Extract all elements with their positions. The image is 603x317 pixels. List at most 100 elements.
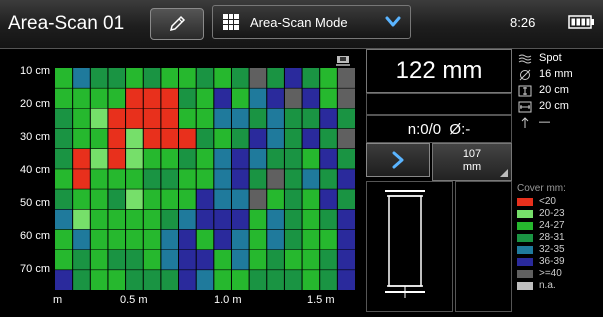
heatmap-cell[interactable] [319,229,338,250]
heatmap-cell[interactable] [302,269,321,290]
heatmap-cell[interactable] [72,189,91,210]
heatmap-cell[interactable] [319,128,338,150]
heatmap-cell[interactable] [125,68,144,89]
heatmap-cell[interactable] [107,229,126,250]
cover-heatmap[interactable] [55,68,355,290]
heatmap-cell[interactable] [337,68,355,89]
heatmap-cell[interactable] [160,168,179,190]
heatmap-cell[interactable] [302,128,321,150]
heatmap-cell[interactable] [249,229,268,250]
heatmap-cell[interactable] [213,168,232,190]
heatmap-cell[interactable] [213,88,232,109]
heatmap-cell[interactable] [266,269,285,290]
heatmap-cell[interactable] [213,209,232,230]
heatmap-cell[interactable] [196,269,215,290]
heatmap-cell[interactable] [284,108,303,129]
heatmap-cell[interactable] [213,229,232,250]
heatmap-cell[interactable] [196,88,215,109]
next-button[interactable] [366,143,430,177]
heatmap-cell[interactable] [249,269,268,290]
heatmap-cell[interactable] [55,68,73,89]
heatmap-cell[interactable] [72,249,91,271]
heatmap-cell[interactable] [107,68,126,89]
heatmap-cell[interactable] [196,108,215,129]
heatmap-cell[interactable] [249,189,268,210]
heatmap-cell[interactable] [55,189,73,210]
heatmap-cell[interactable] [337,128,355,150]
heatmap-cell[interactable] [231,108,250,129]
heatmap-cell[interactable] [284,229,303,250]
heatmap-cell[interactable] [302,168,321,190]
heatmap-cell[interactable] [302,88,321,109]
heatmap-cell[interactable] [249,148,268,170]
heatmap-cell[interactable] [107,108,126,129]
heatmap-cell[interactable] [302,148,321,170]
heatmap-cell[interactable] [125,269,144,290]
heatmap-cell[interactable] [249,88,268,109]
heatmap-cell[interactable] [143,168,162,190]
heatmap-cell[interactable] [55,249,73,271]
heatmap-cell[interactable] [72,209,91,230]
heatmap-cell[interactable] [143,229,162,250]
heatmap-cell[interactable] [196,249,215,271]
heatmap-cell[interactable] [284,249,303,271]
heatmap-cell[interactable] [107,128,126,150]
heatmap-cell[interactable] [72,68,91,89]
heatmap-cell[interactable] [55,229,73,250]
heatmap-cell[interactable] [178,209,197,230]
heatmap-cell[interactable] [125,229,144,250]
heatmap-cell[interactable] [196,229,215,250]
heatmap-cell[interactable] [107,209,126,230]
heatmap-cell[interactable] [178,68,197,89]
heatmap-cell[interactable] [160,269,179,290]
heatmap-cell[interactable] [178,148,197,170]
heatmap-cell[interactable] [266,128,285,150]
heatmap-cell[interactable] [178,128,197,150]
heatmap-cell[interactable] [266,168,285,190]
heatmap-cell[interactable] [231,88,250,109]
heatmap-cell[interactable] [90,229,109,250]
heatmap-cell[interactable] [213,108,232,129]
heatmap-cell[interactable] [249,168,268,190]
heatmap-cell[interactable] [284,88,303,109]
heatmap-cell[interactable] [337,168,355,190]
heatmap-cell[interactable] [231,189,250,210]
heatmap-cell[interactable] [178,229,197,250]
heatmap-cell[interactable] [266,148,285,170]
heatmap-cell[interactable] [249,108,268,129]
heatmap-cell[interactable] [178,168,197,190]
heatmap-cell[interactable] [319,209,338,230]
heatmap-cell[interactable] [55,108,73,129]
heatmap-cell[interactable] [107,168,126,190]
depth-setting-button[interactable]: 107 mm [432,143,512,181]
heatmap-cell[interactable] [160,249,179,271]
heatmap-cell[interactable] [266,249,285,271]
mode-dropdown[interactable]: Area-Scan Mode [212,5,411,39]
heatmap-cell[interactable] [319,189,338,210]
heatmap-cell[interactable] [72,168,91,190]
heatmap-cell[interactable] [72,88,91,109]
heatmap-cell[interactable] [90,249,109,271]
heatmap-cell[interactable] [196,128,215,150]
heatmap-cell[interactable] [55,88,73,109]
heatmap-cell[interactable] [196,209,215,230]
heatmap-cell[interactable] [266,229,285,250]
heatmap-cell[interactable] [302,229,321,250]
heatmap-cell[interactable] [284,189,303,210]
heatmap-cell[interactable] [266,68,285,89]
heatmap-cell[interactable] [178,189,197,210]
heatmap-cell[interactable] [231,128,250,150]
heatmap-cell[interactable] [125,189,144,210]
heatmap-cell[interactable] [319,249,338,271]
heatmap-cell[interactable] [160,209,179,230]
heatmap-cell[interactable] [125,148,144,170]
heatmap-cell[interactable] [160,88,179,109]
heatmap-cell[interactable] [178,269,197,290]
heatmap-cell[interactable] [55,128,73,150]
heatmap-cell[interactable] [249,249,268,271]
heatmap-cell[interactable] [319,269,338,290]
heatmap-cell[interactable] [302,209,321,230]
heatmap-cell[interactable] [302,68,321,89]
heatmap-cell[interactable] [302,108,321,129]
heatmap-cell[interactable] [125,249,144,271]
